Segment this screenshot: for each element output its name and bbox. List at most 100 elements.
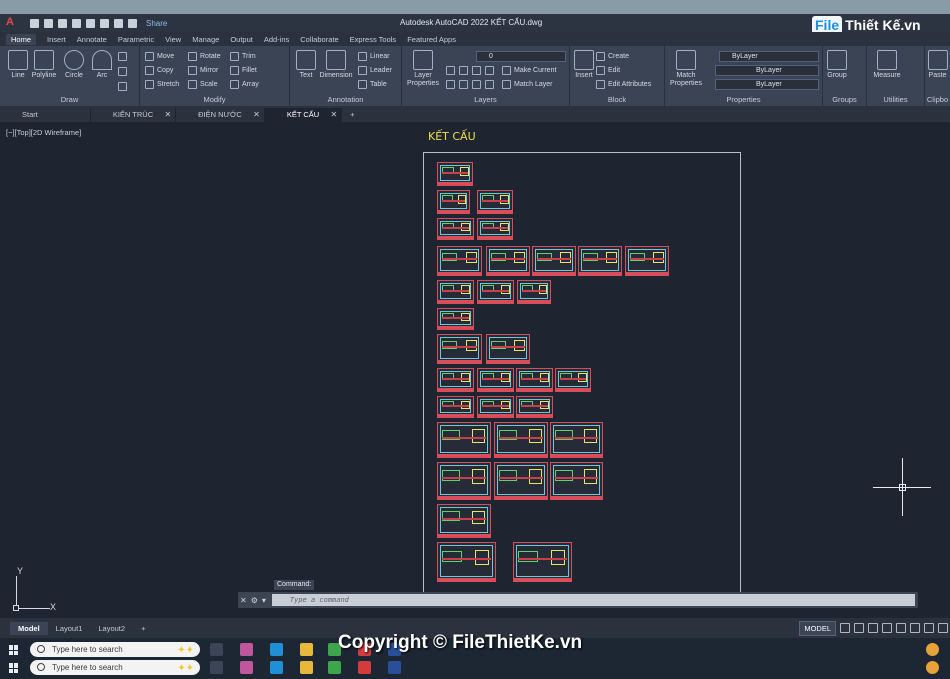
doc-tab-start[interactable]: Start bbox=[0, 108, 91, 122]
dimension-tool[interactable]: Dimension bbox=[319, 50, 353, 79]
line-tool[interactable]: Line bbox=[4, 50, 32, 79]
tab-output[interactable]: Output bbox=[230, 35, 253, 44]
drawing-sheet[interactable] bbox=[437, 190, 470, 214]
drawing-sheet[interactable] bbox=[516, 396, 553, 418]
drawing-sheet[interactable] bbox=[437, 162, 473, 186]
edit-attributes-button[interactable]: Edit Attributes bbox=[596, 80, 651, 89]
drawing-sheet[interactable] bbox=[578, 246, 622, 276]
drawing-sheet[interactable] bbox=[532, 246, 576, 276]
drawing-sheet[interactable] bbox=[437, 246, 482, 276]
drawing-sheet[interactable] bbox=[477, 280, 514, 304]
autocad-taskbar-icon[interactable] bbox=[358, 661, 371, 674]
groups-panel-title[interactable]: Groups bbox=[823, 95, 866, 104]
make-current-button[interactable]: Make Current bbox=[502, 66, 556, 75]
windows-start-icon[interactable] bbox=[9, 663, 19, 673]
task-view-icon[interactable] bbox=[210, 661, 223, 674]
drawing-sheet[interactable] bbox=[494, 462, 548, 500]
text-tool[interactable]: Text bbox=[292, 50, 320, 79]
doc-tab-kien-truc[interactable]: KIẾN TRÚC ✕ bbox=[91, 108, 177, 122]
tab-express-tools[interactable]: Express Tools bbox=[350, 35, 397, 44]
windows-start-icon[interactable] bbox=[9, 645, 19, 655]
layer-on-icon[interactable] bbox=[446, 80, 455, 89]
drawing-sheet[interactable] bbox=[437, 462, 491, 500]
match-properties-tool[interactable]: Match Properties bbox=[669, 50, 703, 88]
block-panel-title[interactable]: Block bbox=[570, 95, 664, 104]
polyline-tool[interactable]: Polyline bbox=[30, 50, 58, 79]
layer-unlock-icon[interactable] bbox=[485, 80, 494, 89]
drawing-sheet[interactable] bbox=[550, 462, 603, 500]
drawing-sheet[interactable] bbox=[437, 542, 496, 582]
drawing-sheet[interactable] bbox=[437, 422, 491, 458]
arc-tool[interactable]: Arc bbox=[88, 50, 116, 79]
drawing-sheet[interactable] bbox=[486, 246, 530, 276]
drawing-sheet[interactable] bbox=[477, 190, 513, 214]
drawing-sheet[interactable] bbox=[486, 334, 530, 364]
drawing-sheet[interactable] bbox=[517, 280, 551, 304]
copy-button[interactable]: Copy bbox=[145, 66, 173, 75]
plot-icon[interactable] bbox=[100, 18, 109, 28]
autocad-logo-icon[interactable]: A bbox=[6, 16, 24, 30]
taskbar-search-1[interactable]: Type here to search ✦✦ bbox=[30, 642, 200, 657]
modify-panel-title[interactable]: Modify bbox=[140, 95, 289, 104]
scale-button[interactable]: Scale bbox=[188, 80, 218, 89]
hatch-icon[interactable] bbox=[118, 67, 127, 76]
command-input[interactable]: Type a command bbox=[271, 594, 915, 606]
utilities-panel-title[interactable]: Utilities bbox=[867, 95, 924, 104]
layer-freeze-icon[interactable] bbox=[472, 66, 481, 75]
doc-tab-ket-cau[interactable]: KẾT CẤU ✕ bbox=[264, 108, 343, 122]
layout-tab-layout1[interactable]: Layout1 bbox=[48, 622, 91, 635]
leader-button[interactable]: Leader bbox=[358, 66, 392, 75]
drawing-sheet[interactable] bbox=[477, 396, 514, 418]
isodraft-icon[interactable] bbox=[924, 623, 934, 633]
tab-insert[interactable]: Insert bbox=[47, 35, 66, 44]
annotation-panel-title[interactable]: Annotation bbox=[290, 95, 401, 104]
web-mobile-icon[interactable] bbox=[86, 18, 95, 28]
group-tool[interactable]: Group bbox=[823, 50, 851, 79]
drawing-sheet[interactable] bbox=[555, 368, 591, 392]
drawing-sheet[interactable] bbox=[516, 368, 553, 392]
region-icon[interactable] bbox=[118, 82, 127, 91]
redo-icon[interactable] bbox=[128, 18, 137, 28]
array-button[interactable]: Array bbox=[230, 80, 259, 89]
drawing-sheet[interactable] bbox=[437, 280, 474, 304]
stretch-button[interactable]: Stretch bbox=[145, 80, 179, 89]
layer-unisolate-icon[interactable] bbox=[459, 80, 468, 89]
taskbar-search-2[interactable]: Type here to search ✦✦ bbox=[30, 660, 200, 675]
share-button[interactable]: Share bbox=[146, 19, 167, 28]
paste-tool[interactable]: Paste bbox=[925, 50, 950, 79]
drawing-sheet[interactable] bbox=[437, 308, 474, 330]
layers-panel-title[interactable]: Layers bbox=[402, 95, 569, 104]
color-dropdown[interactable]: ByLayer bbox=[719, 51, 819, 62]
properties-panel-title[interactable]: Properties bbox=[665, 95, 822, 104]
layout-tab-layout2[interactable]: Layout2 bbox=[90, 622, 133, 635]
measure-tool[interactable]: Measure bbox=[873, 50, 901, 79]
photoshop-icon[interactable] bbox=[388, 661, 401, 674]
drawing-sheet[interactable] bbox=[437, 218, 474, 240]
rotate-button[interactable]: Rotate bbox=[188, 52, 221, 61]
match-layer-button[interactable]: Match Layer bbox=[502, 80, 553, 89]
file-explorer-icon[interactable] bbox=[300, 661, 313, 674]
drawing-sheet[interactable] bbox=[437, 504, 491, 538]
drawing-sheet[interactable] bbox=[625, 246, 669, 276]
new-tab-button[interactable]: + bbox=[342, 108, 362, 122]
close-icon[interactable]: ✕ bbox=[240, 596, 247, 605]
move-button[interactable]: Move bbox=[145, 52, 174, 61]
close-icon[interactable]: ✕ bbox=[253, 110, 260, 119]
table-button[interactable]: Table bbox=[358, 80, 387, 89]
save-icon[interactable] bbox=[58, 18, 67, 28]
save-as-icon[interactable] bbox=[72, 18, 81, 28]
drawing-sheet[interactable] bbox=[550, 422, 603, 458]
drawing-sheet[interactable] bbox=[513, 542, 572, 582]
file-explorer-icon[interactable] bbox=[300, 643, 313, 656]
edit-block-button[interactable]: Edit bbox=[596, 66, 620, 75]
trim-button[interactable]: Trim bbox=[230, 52, 256, 61]
tab-manage[interactable]: Manage bbox=[192, 35, 219, 44]
tab-parametric[interactable]: Parametric bbox=[118, 35, 154, 44]
tab-home[interactable]: Home bbox=[6, 33, 37, 45]
osnap-icon[interactable] bbox=[896, 623, 906, 633]
fillet-button[interactable]: Fillet bbox=[230, 66, 257, 75]
clipboard-panel-title[interactable]: Clipbo bbox=[925, 95, 950, 104]
drawing-sheet[interactable] bbox=[437, 396, 474, 418]
layer-properties-tool[interactable]: Layer Properties bbox=[407, 50, 439, 88]
layer-off-icon[interactable] bbox=[446, 66, 455, 75]
